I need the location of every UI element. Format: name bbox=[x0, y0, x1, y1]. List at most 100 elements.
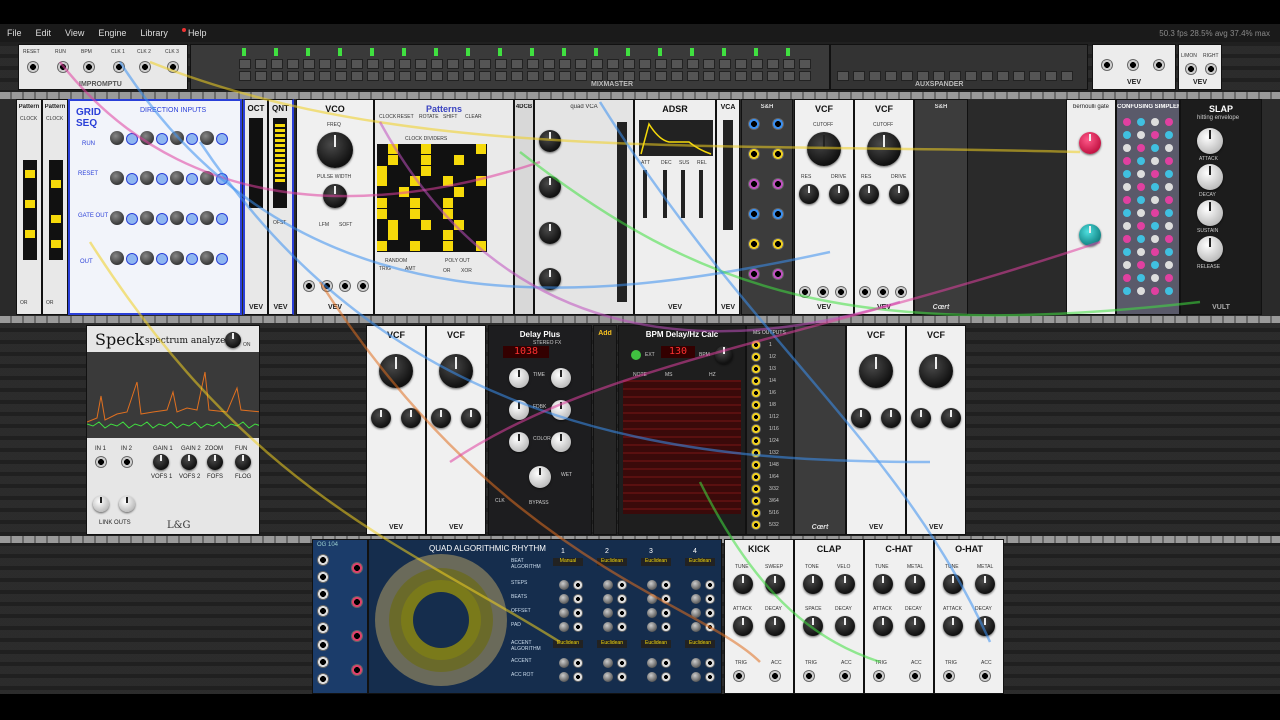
mixer-solo-button[interactable] bbox=[319, 71, 331, 81]
aux-button[interactable] bbox=[1045, 71, 1057, 81]
tune-knob[interactable] bbox=[733, 574, 753, 594]
mixer-mute-button[interactable] bbox=[543, 59, 555, 69]
gain2-knob[interactable] bbox=[181, 454, 197, 470]
qar-knob[interactable] bbox=[647, 608, 657, 618]
mixmaster-module[interactable]: MIXMASTER bbox=[190, 44, 830, 90]
simpler-control[interactable] bbox=[1151, 157, 1159, 165]
attack-knob[interactable] bbox=[943, 616, 963, 636]
qar-cv-jack[interactable] bbox=[617, 594, 627, 604]
mixer-solo-button[interactable] bbox=[303, 71, 315, 81]
mixer-mute-button[interactable] bbox=[767, 59, 779, 69]
sh-jack[interactable] bbox=[748, 118, 760, 130]
qar-cv-jack[interactable] bbox=[661, 594, 671, 604]
ms-output-jack[interactable] bbox=[751, 400, 761, 410]
simpler-control[interactable] bbox=[1137, 118, 1145, 126]
simpler-control[interactable] bbox=[1137, 235, 1145, 243]
beat-algorithm-display[interactable]: Euclidean bbox=[597, 558, 627, 566]
step-knob[interactable] bbox=[110, 171, 124, 185]
add-module[interactable]: Add bbox=[593, 325, 617, 535]
step-knob[interactable] bbox=[170, 131, 184, 145]
ms-output-jack[interactable] bbox=[751, 412, 761, 422]
mixer-mute-button[interactable] bbox=[447, 59, 459, 69]
quad-algorithmic-rhythm-module[interactable]: QUAD ALGORITHMIC RHYTHM BEAT ALGORITHM ST… bbox=[368, 539, 722, 694]
step-button[interactable] bbox=[216, 173, 228, 185]
pattern-cell[interactable] bbox=[377, 208, 387, 219]
vca-knob-3[interactable] bbox=[539, 222, 561, 244]
mixer-mute-button[interactable] bbox=[639, 59, 651, 69]
pulse-width-knob[interactable] bbox=[323, 184, 347, 208]
logic-out-jack[interactable] bbox=[351, 664, 363, 676]
simpler-control[interactable] bbox=[1137, 157, 1145, 165]
velo-knob[interactable] bbox=[835, 574, 855, 594]
qar-knob[interactable] bbox=[691, 622, 701, 632]
beat-algorithm-display[interactable]: Euclidean bbox=[685, 558, 715, 566]
output-jack[interactable] bbox=[1153, 59, 1165, 71]
vca-knob-1[interactable] bbox=[539, 130, 561, 152]
mixer-solo-button[interactable] bbox=[719, 71, 731, 81]
simpler-control[interactable] bbox=[1151, 144, 1159, 152]
metal-knob[interactable] bbox=[905, 574, 925, 594]
mixer-mute-button[interactable] bbox=[399, 59, 411, 69]
simpler-control[interactable] bbox=[1151, 183, 1159, 191]
mixer-mute-button[interactable] bbox=[367, 59, 379, 69]
res-knob[interactable] bbox=[859, 184, 879, 204]
step-button[interactable] bbox=[216, 253, 228, 265]
grid-seq-module[interactable]: GRID SEQ DIRECTION INPUTS RUN RESET GATE… bbox=[68, 99, 242, 315]
decay-knob[interactable] bbox=[905, 616, 925, 636]
release-knob[interactable] bbox=[1197, 236, 1223, 262]
mixer-solo-button[interactable] bbox=[399, 71, 411, 81]
simpler-control[interactable] bbox=[1137, 183, 1145, 191]
mixer-solo-button[interactable] bbox=[511, 71, 523, 81]
mixer-mute-button[interactable] bbox=[319, 59, 331, 69]
accent-algorithm-display[interactable]: Euclidean bbox=[597, 640, 627, 648]
mixer-solo-button[interactable] bbox=[495, 71, 507, 81]
simpler-control[interactable] bbox=[1151, 235, 1159, 243]
accent-algorithm-display[interactable]: Euclidean bbox=[553, 640, 583, 648]
mixer-mute-button[interactable] bbox=[271, 59, 283, 69]
logic-jack[interactable] bbox=[317, 673, 329, 685]
ms-output-jack[interactable] bbox=[751, 508, 761, 518]
simpler-control[interactable] bbox=[1137, 131, 1145, 139]
auxspander-module[interactable]: AUXSPANDER bbox=[830, 44, 1088, 90]
simpler-control[interactable] bbox=[1137, 222, 1145, 230]
mixer-solo-button[interactable] bbox=[767, 71, 779, 81]
hpf-jack[interactable] bbox=[835, 286, 847, 298]
simpler-control[interactable] bbox=[1165, 222, 1173, 230]
drive-knob[interactable] bbox=[889, 184, 909, 204]
pattern-cell[interactable] bbox=[421, 219, 431, 230]
menu-help[interactable]: Help bbox=[175, 28, 214, 38]
step-knob[interactable] bbox=[140, 251, 154, 265]
logic-out-jack[interactable] bbox=[351, 596, 363, 608]
fun-knob[interactable] bbox=[235, 454, 251, 470]
qar-knob[interactable] bbox=[647, 672, 657, 682]
pattern-cell[interactable] bbox=[388, 144, 398, 154]
pattern-cell[interactable] bbox=[443, 230, 453, 241]
pattern-cell[interactable] bbox=[454, 154, 464, 165]
cutoff-knob[interactable] bbox=[379, 354, 413, 388]
mixer-mute-button[interactable] bbox=[463, 59, 475, 69]
pattern-cell[interactable] bbox=[388, 230, 398, 241]
mixer-mute-button[interactable] bbox=[287, 59, 299, 69]
vca-knob-4[interactable] bbox=[539, 268, 561, 290]
simpler-control[interactable] bbox=[1137, 274, 1145, 282]
mixer-solo-button[interactable] bbox=[367, 71, 379, 81]
mixer-solo-button[interactable] bbox=[703, 71, 715, 81]
step-button[interactable] bbox=[156, 133, 168, 145]
simpler-control[interactable] bbox=[1165, 235, 1173, 243]
cutoff-knob[interactable] bbox=[859, 354, 893, 388]
qar-cv-jack[interactable] bbox=[661, 622, 671, 632]
simpler-control[interactable] bbox=[1165, 183, 1173, 191]
acc-jack[interactable] bbox=[769, 670, 781, 682]
audio-out-module[interactable]: L/MON RIGHT VEV bbox=[1178, 44, 1222, 90]
sweep-knob[interactable] bbox=[765, 574, 785, 594]
pattern-cell[interactable] bbox=[399, 187, 409, 198]
confusing-simpler-module[interactable]: CONFUSING SIMPLER bbox=[1116, 99, 1180, 315]
simpler-control[interactable] bbox=[1123, 261, 1131, 269]
mixer-solo-button[interactable] bbox=[463, 71, 475, 81]
qar-knob[interactable] bbox=[691, 580, 701, 590]
sh-jack[interactable] bbox=[772, 208, 784, 220]
cutoff-knob[interactable] bbox=[439, 354, 473, 388]
qar-cv-jack[interactable] bbox=[661, 580, 671, 590]
sus-slider[interactable] bbox=[681, 170, 685, 218]
qar-cv-jack[interactable] bbox=[573, 658, 583, 668]
